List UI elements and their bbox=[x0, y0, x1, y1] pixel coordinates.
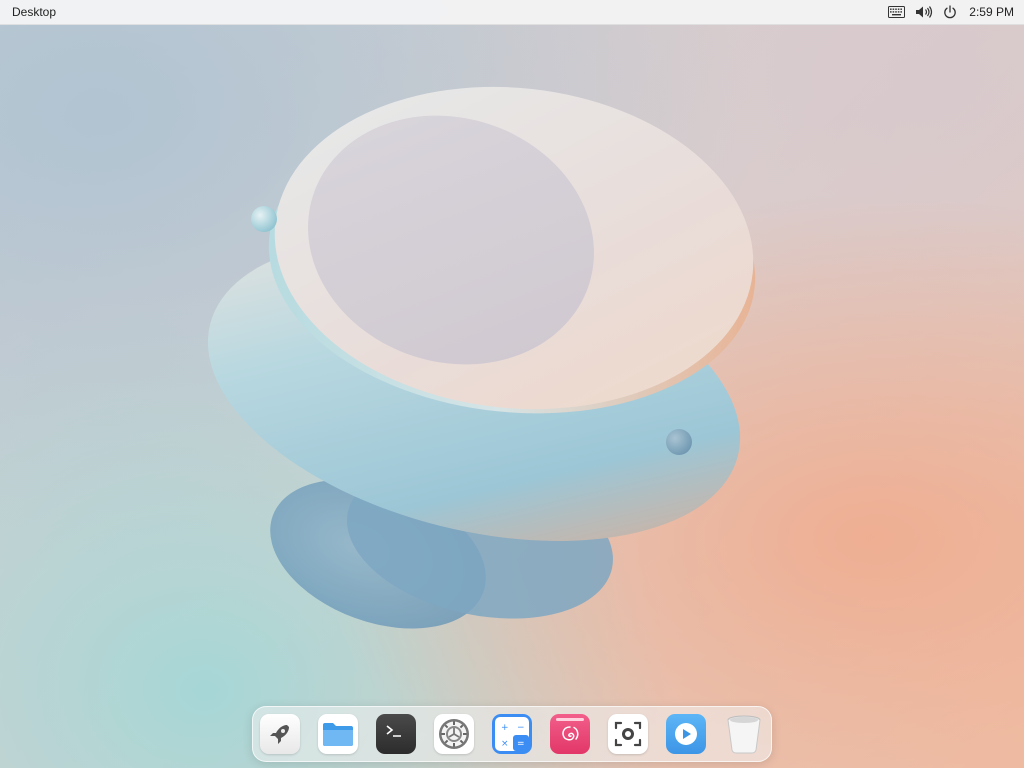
clock[interactable]: 2:59 PM bbox=[969, 0, 1014, 25]
keyboard-icon[interactable] bbox=[888, 0, 906, 25]
rocket-icon bbox=[270, 725, 289, 744]
svg-text:×: × bbox=[501, 739, 509, 749]
screenshot-icon bbox=[614, 721, 642, 747]
dock-item-terminal[interactable] bbox=[376, 714, 416, 754]
trash-icon bbox=[727, 715, 761, 754]
dock-item-settings[interactable] bbox=[434, 714, 474, 754]
svg-text:−: − bbox=[517, 723, 525, 733]
dock: + − × = bbox=[252, 706, 772, 762]
gear-icon bbox=[439, 719, 469, 749]
system-tray: 2:59 PM bbox=[878, 0, 1014, 25]
folder-icon bbox=[323, 723, 353, 746]
terminal-icon bbox=[386, 725, 401, 737]
dock-item-calculator[interactable]: + − × = bbox=[492, 714, 532, 754]
play-icon bbox=[675, 723, 697, 745]
svg-text:=: = bbox=[517, 739, 525, 749]
wallpaper-artwork bbox=[207, 86, 756, 629]
active-window-title: Desktop bbox=[12, 5, 57, 19]
dock-item-trash[interactable] bbox=[724, 714, 764, 754]
dock-item-launcher[interactable] bbox=[260, 714, 300, 754]
power-icon[interactable] bbox=[943, 0, 957, 25]
top-panel: Desktop 2:59 PM bbox=[0, 0, 1024, 25]
svg-text:+: + bbox=[501, 723, 509, 733]
dock-item-media-player[interactable] bbox=[666, 714, 706, 754]
debian-swirl-icon bbox=[556, 718, 584, 741]
calculator-icon: + − × = bbox=[495, 717, 529, 751]
volume-icon[interactable] bbox=[915, 0, 933, 25]
dock-item-screenshot[interactable] bbox=[608, 714, 648, 754]
dock-item-file-manager[interactable] bbox=[318, 714, 358, 754]
desktop: Desktop 2:59 PM + − × = bbox=[0, 0, 1024, 768]
dock-item-debian-app[interactable] bbox=[550, 714, 590, 754]
